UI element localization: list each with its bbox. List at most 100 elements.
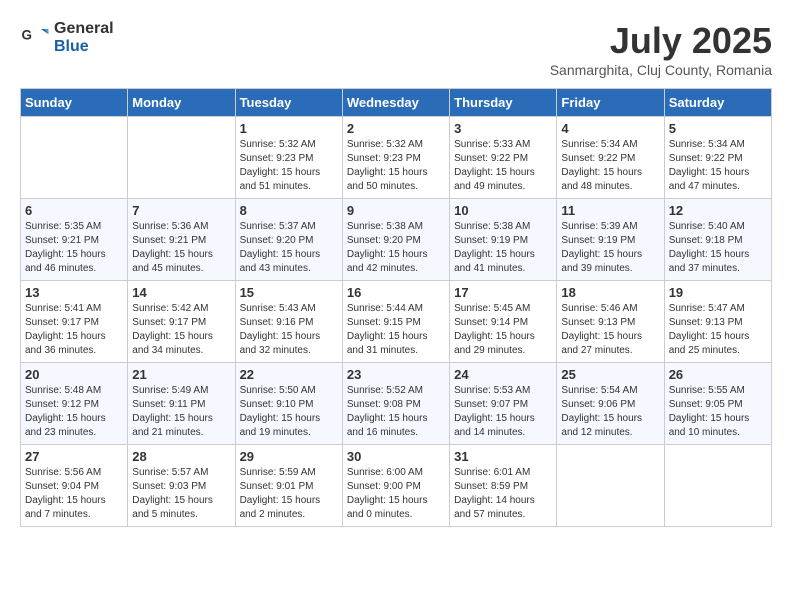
calendar-cell [128, 117, 235, 199]
day-number: 29 [240, 449, 338, 464]
logo-blue: Blue [54, 38, 114, 56]
calendar-cell: 29Sunrise: 5:59 AM Sunset: 9:01 PM Dayli… [235, 445, 342, 527]
calendar-cell: 7Sunrise: 5:36 AM Sunset: 9:21 PM Daylig… [128, 199, 235, 281]
day-info: Sunrise: 5:52 AM Sunset: 9:08 PM Dayligh… [347, 384, 445, 440]
day-info: Sunrise: 5:37 AM Sunset: 9:20 PM Dayligh… [240, 220, 338, 276]
day-info: Sunrise: 5:43 AM Sunset: 9:16 PM Dayligh… [240, 302, 338, 358]
calendar-cell: 14Sunrise: 5:42 AM Sunset: 9:17 PM Dayli… [128, 281, 235, 363]
day-info: Sunrise: 5:34 AM Sunset: 9:22 PM Dayligh… [561, 138, 659, 194]
calendar-cell: 3Sunrise: 5:33 AM Sunset: 9:22 PM Daylig… [450, 117, 557, 199]
day-info: Sunrise: 5:45 AM Sunset: 9:14 PM Dayligh… [454, 302, 552, 358]
day-info: Sunrise: 5:54 AM Sunset: 9:06 PM Dayligh… [561, 384, 659, 440]
day-info: Sunrise: 5:50 AM Sunset: 9:10 PM Dayligh… [240, 384, 338, 440]
day-number: 9 [347, 203, 445, 218]
header-day-tuesday: Tuesday [235, 89, 342, 117]
day-number: 6 [25, 203, 123, 218]
svg-text:G: G [22, 27, 33, 42]
calendar-cell: 6 Sunrise: 5:35 AM Sunset: 9:21 PM Daylig… [21, 199, 128, 281]
day-number: 3 [454, 121, 552, 136]
calendar-cell: 13 Sunrise: 5:41 AM Sunset: 9:17 PM Dayli… [21, 281, 128, 363]
day-info: Sunrise: 6:00 AM Sunset: 9:00 PM Dayligh… [347, 466, 445, 522]
header-day-wednesday: Wednesday [342, 89, 449, 117]
day-info: Sunrise: 5:56 AM Sunset: 9:04 PM Dayligh… [25, 466, 123, 522]
day-number: 24 [454, 367, 552, 382]
calendar-cell: 9 Sunrise: 5:38 AM Sunset: 9:20 PM Daylig… [342, 199, 449, 281]
calendar-cell: 25 Sunrise: 5:54 AM Sunset: 9:06 PM Dayli… [557, 363, 664, 445]
calendar-cell: 11 Sunrise: 5:39 AM Sunset: 9:19 PM Dayli… [557, 199, 664, 281]
day-number: 28 [132, 449, 230, 464]
calendar-cell [557, 445, 664, 527]
calendar-cell: 16 Sunrise: 5:44 AM Sunset: 9:15 PM Dayli… [342, 281, 449, 363]
calendar-cell: 17 Sunrise: 5:45 AM Sunset: 9:14 PM Dayli… [450, 281, 557, 363]
day-info: Sunrise: 5:38 AM Sunset: 9:20 PM Dayligh… [347, 220, 445, 276]
logo-icon: G [20, 23, 50, 53]
day-info: Sunrise: 5:41 AM Sunset: 9:17 PM Dayligh… [25, 302, 123, 358]
day-number: 22 [240, 367, 338, 382]
calendar-cell: 23Sunrise: 5:52 AM Sunset: 9:08 PM Dayli… [342, 363, 449, 445]
day-number: 16 [347, 285, 445, 300]
calendar-cell: 19Sunrise: 5:47 AM Sunset: 9:13 PM Dayli… [664, 281, 771, 363]
day-number: 30 [347, 449, 445, 464]
day-info: Sunrise: 5:39 AM Sunset: 9:19 PM Dayligh… [561, 220, 659, 276]
calendar-cell: 27 Sunrise: 5:56 AM Sunset: 9:04 PM Dayli… [21, 445, 128, 527]
day-info: Sunrise: 5:46 AM Sunset: 9:13 PM Dayligh… [561, 302, 659, 358]
day-number: 5 [669, 121, 767, 136]
day-number: 13 [25, 285, 123, 300]
header-day-sunday: Sunday [21, 89, 128, 117]
page-header: G General Blue July 2025 Sanmarghita, Cl… [20, 20, 772, 78]
day-info: Sunrise: 5:53 AM Sunset: 9:07 PM Dayligh… [454, 384, 552, 440]
calendar-cell: 21 Sunrise: 5:49 AM Sunset: 9:11 PM Dayli… [128, 363, 235, 445]
day-number: 27 [25, 449, 123, 464]
calendar-cell [664, 445, 771, 527]
day-info: Sunrise: 5:32 AM Sunset: 9:23 PM Dayligh… [347, 138, 445, 194]
header-day-thursday: Thursday [450, 89, 557, 117]
week-row-0: 1 Sunrise: 5:32 AM Sunset: 9:23 PM Daylig… [21, 117, 772, 199]
week-row-1: 6 Sunrise: 5:35 AM Sunset: 9:21 PM Daylig… [21, 199, 772, 281]
day-number: 20 [25, 367, 123, 382]
title-block: July 2025 Sanmarghita, Cluj County, Roma… [550, 20, 772, 78]
day-number: 31 [454, 449, 552, 464]
day-number: 12 [669, 203, 767, 218]
day-number: 2 [347, 121, 445, 136]
day-number: 4 [561, 121, 659, 136]
day-info: Sunrise: 6:01 AM Sunset: 8:59 PM Dayligh… [454, 466, 552, 522]
calendar-cell: 10Sunrise: 5:38 AM Sunset: 9:19 PM Dayli… [450, 199, 557, 281]
calendar-cell: 20Sunrise: 5:48 AM Sunset: 9:12 PM Dayli… [21, 363, 128, 445]
day-number: 1 [240, 121, 338, 136]
day-info: Sunrise: 5:40 AM Sunset: 9:18 PM Dayligh… [669, 220, 767, 276]
calendar-cell: 4 Sunrise: 5:34 AM Sunset: 9:22 PM Daylig… [557, 117, 664, 199]
calendar-cell: 31 Sunrise: 6:01 AM Sunset: 8:59 PM Dayli… [450, 445, 557, 527]
week-row-2: 13 Sunrise: 5:41 AM Sunset: 9:17 PM Dayli… [21, 281, 772, 363]
month-title: July 2025 [550, 20, 772, 62]
calendar-cell [21, 117, 128, 199]
calendar-cell: 22 Sunrise: 5:50 AM Sunset: 9:10 PM Dayli… [235, 363, 342, 445]
day-info: Sunrise: 5:47 AM Sunset: 9:13 PM Dayligh… [669, 302, 767, 358]
calendar-cell: 30 Sunrise: 6:00 AM Sunset: 9:00 PM Dayli… [342, 445, 449, 527]
header-day-monday: Monday [128, 89, 235, 117]
day-info: Sunrise: 5:49 AM Sunset: 9:11 PM Dayligh… [132, 384, 230, 440]
day-number: 15 [240, 285, 338, 300]
calendar-cell: 1 Sunrise: 5:32 AM Sunset: 9:23 PM Daylig… [235, 117, 342, 199]
header-day-saturday: Saturday [664, 89, 771, 117]
calendar-cell: 12 Sunrise: 5:40 AM Sunset: 9:18 PM Dayli… [664, 199, 771, 281]
header-row: SundayMondayTuesdayWednesdayThursdayFrid… [21, 89, 772, 117]
week-row-4: 27 Sunrise: 5:56 AM Sunset: 9:04 PM Dayli… [21, 445, 772, 527]
week-row-3: 20Sunrise: 5:48 AM Sunset: 9:12 PM Dayli… [21, 363, 772, 445]
day-number: 21 [132, 367, 230, 382]
day-info: Sunrise: 5:57 AM Sunset: 9:03 PM Dayligh… [132, 466, 230, 522]
logo-general: General [54, 20, 114, 38]
day-info: Sunrise: 5:32 AM Sunset: 9:23 PM Dayligh… [240, 138, 338, 194]
day-info: Sunrise: 5:35 AM Sunset: 9:21 PM Dayligh… [25, 220, 123, 276]
calendar-cell: 8 Sunrise: 5:37 AM Sunset: 9:20 PM Daylig… [235, 199, 342, 281]
calendar-cell: 28 Sunrise: 5:57 AM Sunset: 9:03 PM Dayli… [128, 445, 235, 527]
day-number: 25 [561, 367, 659, 382]
day-number: 8 [240, 203, 338, 218]
logo: G General Blue [20, 20, 114, 55]
day-info: Sunrise: 5:44 AM Sunset: 9:15 PM Dayligh… [347, 302, 445, 358]
day-number: 17 [454, 285, 552, 300]
location: Sanmarghita, Cluj County, Romania [550, 62, 772, 78]
calendar-cell: 24 Sunrise: 5:53 AM Sunset: 9:07 PM Dayli… [450, 363, 557, 445]
day-number: 11 [561, 203, 659, 218]
header-day-friday: Friday [557, 89, 664, 117]
day-number: 18 [561, 285, 659, 300]
